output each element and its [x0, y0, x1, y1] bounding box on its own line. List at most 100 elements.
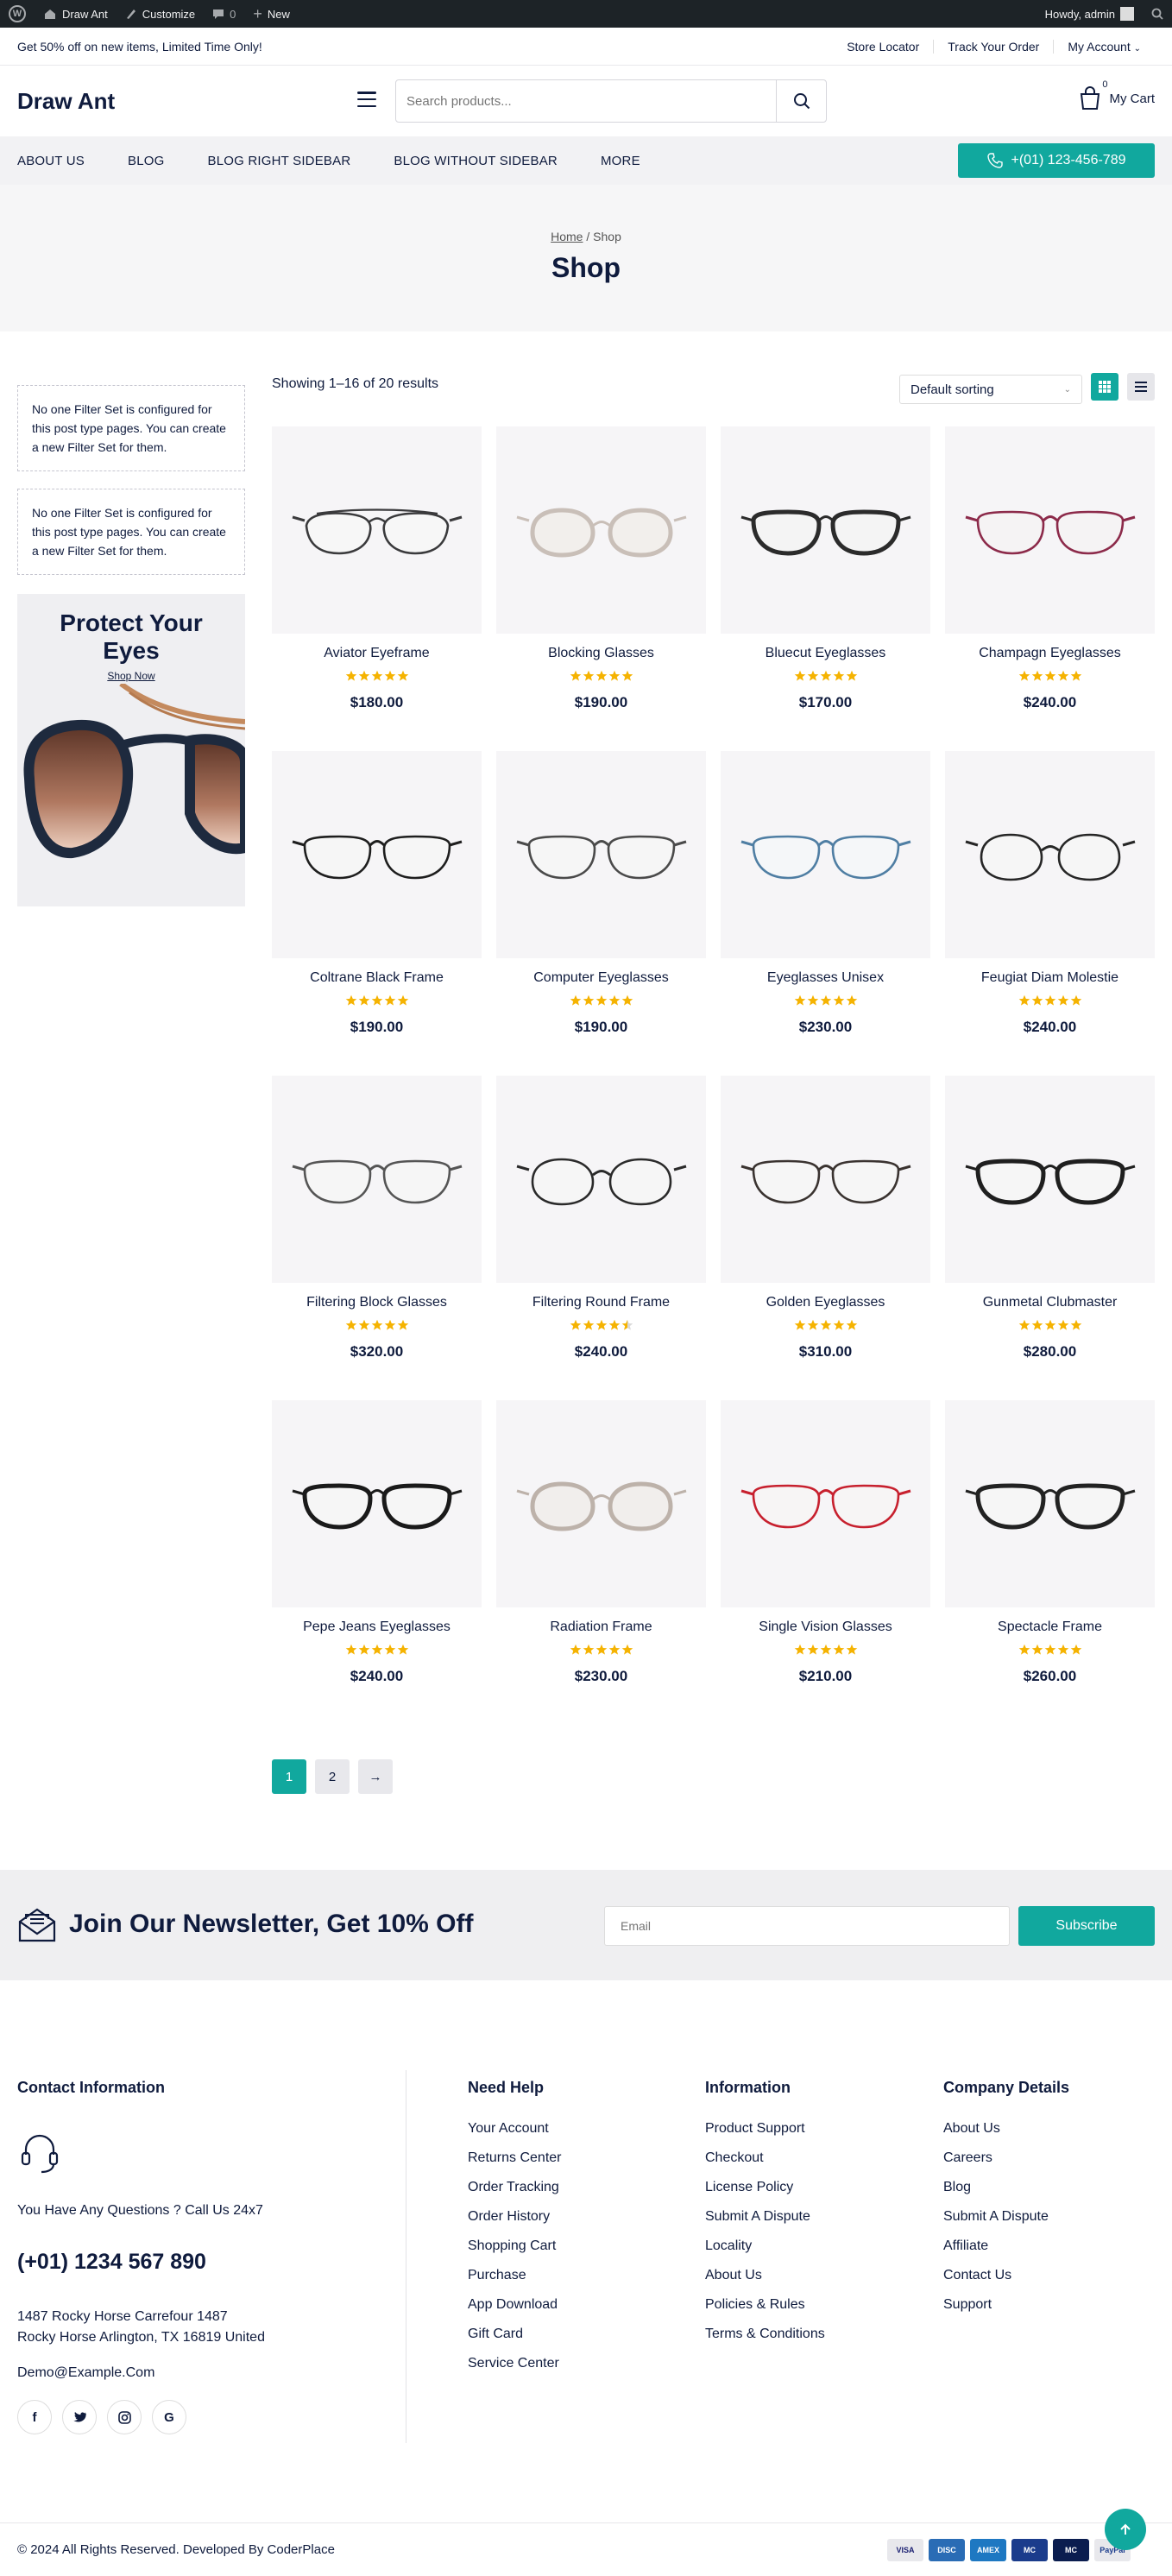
product-card[interactable]: Filtering Block Glasses $320.00 [272, 1076, 482, 1400]
product-card[interactable]: Bluecut Eyeglasses $170.00 [721, 426, 930, 751]
admin-account[interactable]: Howdy, admin [1037, 0, 1143, 28]
footer-link[interactable]: Order History [468, 2202, 562, 2232]
product-image[interactable] [721, 426, 930, 634]
phone-button[interactable]: +(01) 123-456-789 [958, 143, 1155, 178]
footer-link[interactable]: Blog [943, 2173, 1069, 2202]
footer-link[interactable]: Submit A Dispute [943, 2202, 1069, 2232]
next-page-button[interactable]: → [358, 1759, 393, 1794]
product-card[interactable]: Filtering Round Frame $240.00 [496, 1076, 706, 1400]
product-image[interactable] [721, 1076, 930, 1283]
twitter-icon[interactable] [62, 2400, 97, 2434]
product-name[interactable]: Filtering Round Frame [496, 1295, 706, 1312]
footer-link[interactable]: Gift Card [468, 2320, 562, 2349]
footer-link[interactable]: Purchase [468, 2261, 562, 2290]
product-card[interactable]: Single Vision Glasses $210.00 [721, 1400, 930, 1725]
instagram-icon[interactable] [107, 2400, 142, 2434]
nav-item-more[interactable]: MORE [601, 154, 640, 168]
footer-link[interactable]: About Us [943, 2114, 1069, 2144]
footer-link[interactable]: Contact Us [943, 2261, 1069, 2290]
admin-site-name[interactable]: Draw Ant [35, 0, 117, 28]
admin-customize[interactable]: Customize [117, 0, 204, 28]
product-name[interactable]: Pepe Jeans Eyeglasses [272, 1619, 482, 1637]
store-locator-link[interactable]: Store Locator [833, 40, 933, 54]
product-name[interactable]: Radiation Frame [496, 1619, 706, 1637]
search-button[interactable] [776, 80, 826, 122]
product-card[interactable]: Spectacle Frame $260.00 [945, 1400, 1155, 1725]
product-image[interactable] [721, 751, 930, 958]
footer-link[interactable]: App Download [468, 2290, 562, 2320]
product-name[interactable]: Golden Eyeglasses [721, 1295, 930, 1312]
contact-email[interactable]: Demo@Example.Com [17, 2365, 154, 2381]
product-name[interactable]: Feugiat Diam Molestie [945, 970, 1155, 988]
facebook-icon[interactable]: f [17, 2400, 52, 2434]
contact-phone[interactable]: (+01) 1234 567 890 [17, 2250, 206, 2275]
footer-link[interactable]: Product Support [705, 2114, 825, 2144]
footer-link[interactable]: Terms & Conditions [705, 2320, 825, 2349]
footer-link[interactable]: Careers [943, 2144, 1069, 2173]
product-card[interactable]: Champagn Eyeglasses $240.00 [945, 426, 1155, 751]
wordpress-logo-menu[interactable]: W [0, 0, 35, 28]
product-image[interactable] [945, 426, 1155, 634]
footer-link[interactable]: Returns Center [468, 2144, 562, 2173]
product-name[interactable]: Spectacle Frame [945, 1619, 1155, 1637]
cart-button[interactable]: 0 My Cart [1079, 79, 1155, 110]
menu-toggle-icon[interactable] [357, 92, 376, 107]
product-name[interactable]: Champagn Eyeglasses [945, 646, 1155, 663]
promo-shop-now-link[interactable]: Shop Now [107, 670, 154, 682]
breadcrumb-home[interactable]: Home [551, 230, 583, 243]
nav-item-about-us[interactable]: ABOUT US [17, 154, 85, 168]
footer-link[interactable]: Order Tracking [468, 2173, 562, 2202]
list-view-button[interactable] [1127, 373, 1155, 401]
my-account-dropdown[interactable]: My Account ⌄ [1053, 39, 1155, 54]
product-card[interactable]: Aviator Eyeframe $180.00 [272, 426, 482, 751]
product-image[interactable] [945, 1400, 1155, 1607]
nav-item-blog-right-sidebar[interactable]: BLOG RIGHT SIDEBAR [208, 154, 351, 168]
footer-link[interactable]: About Us [705, 2261, 825, 2290]
product-card[interactable]: Coltrane Black Frame $190.00 [272, 751, 482, 1076]
nav-item-blog-without-sidebar[interactable]: BLOG WITHOUT SIDEBAR [394, 154, 558, 168]
product-image[interactable] [496, 1400, 706, 1607]
product-name[interactable]: Eyeglasses Unisex [721, 970, 930, 988]
product-image[interactable] [496, 1076, 706, 1283]
product-image[interactable] [272, 426, 482, 634]
product-card[interactable]: Golden Eyeglasses $310.00 [721, 1076, 930, 1400]
footer-link[interactable]: Shopping Cart [468, 2232, 562, 2261]
newsletter-email-input[interactable] [604, 1906, 1010, 1946]
product-image[interactable] [272, 1076, 482, 1283]
sorting-select[interactable]: Default sorting ⌄ [899, 375, 1082, 404]
product-image[interactable] [496, 426, 706, 634]
product-name[interactable]: Aviator Eyeframe [272, 646, 482, 663]
admin-search[interactable] [1143, 0, 1172, 28]
product-card[interactable]: Gunmetal Clubmaster $280.00 [945, 1076, 1155, 1400]
admin-new[interactable]: + New [244, 0, 299, 28]
product-name[interactable]: Computer Eyeglasses [496, 970, 706, 988]
product-card[interactable]: Computer Eyeglasses $190.00 [496, 751, 706, 1076]
product-name[interactable]: Coltrane Black Frame [272, 970, 482, 988]
product-image[interactable] [496, 751, 706, 958]
footer-link[interactable]: Your Account [468, 2114, 562, 2144]
product-card[interactable]: Radiation Frame $230.00 [496, 1400, 706, 1725]
product-name[interactable]: Gunmetal Clubmaster [945, 1295, 1155, 1312]
product-card[interactable]: Pepe Jeans Eyeglasses $240.00 [272, 1400, 482, 1725]
product-card[interactable]: Blocking Glasses $190.00 [496, 426, 706, 751]
track-order-link[interactable]: Track Your Order [933, 39, 1053, 54]
page-1-button[interactable]: 1 [272, 1759, 306, 1794]
nav-item-blog[interactable]: BLOG [128, 154, 164, 168]
footer-link[interactable]: Submit A Dispute [705, 2202, 825, 2232]
product-image[interactable] [721, 1400, 930, 1607]
product-image[interactable] [272, 751, 482, 958]
footer-link[interactable]: Locality [705, 2232, 825, 2261]
product-name[interactable]: Filtering Block Glasses [272, 1295, 482, 1312]
grid-view-button[interactable] [1091, 373, 1118, 401]
footer-link[interactable]: License Policy [705, 2173, 825, 2202]
product-image[interactable] [945, 1076, 1155, 1283]
product-image[interactable] [945, 751, 1155, 958]
admin-comments[interactable]: 0 [204, 0, 244, 28]
product-name[interactable]: Single Vision Glasses [721, 1619, 930, 1637]
footer-link[interactable]: Checkout [705, 2144, 825, 2173]
product-image[interactable] [272, 1400, 482, 1607]
product-card[interactable]: Feugiat Diam Molestie $240.00 [945, 751, 1155, 1076]
product-name[interactable]: Blocking Glasses [496, 646, 706, 663]
footer-link[interactable]: Service Center [468, 2349, 562, 2378]
page-2-button[interactable]: 2 [315, 1759, 350, 1794]
